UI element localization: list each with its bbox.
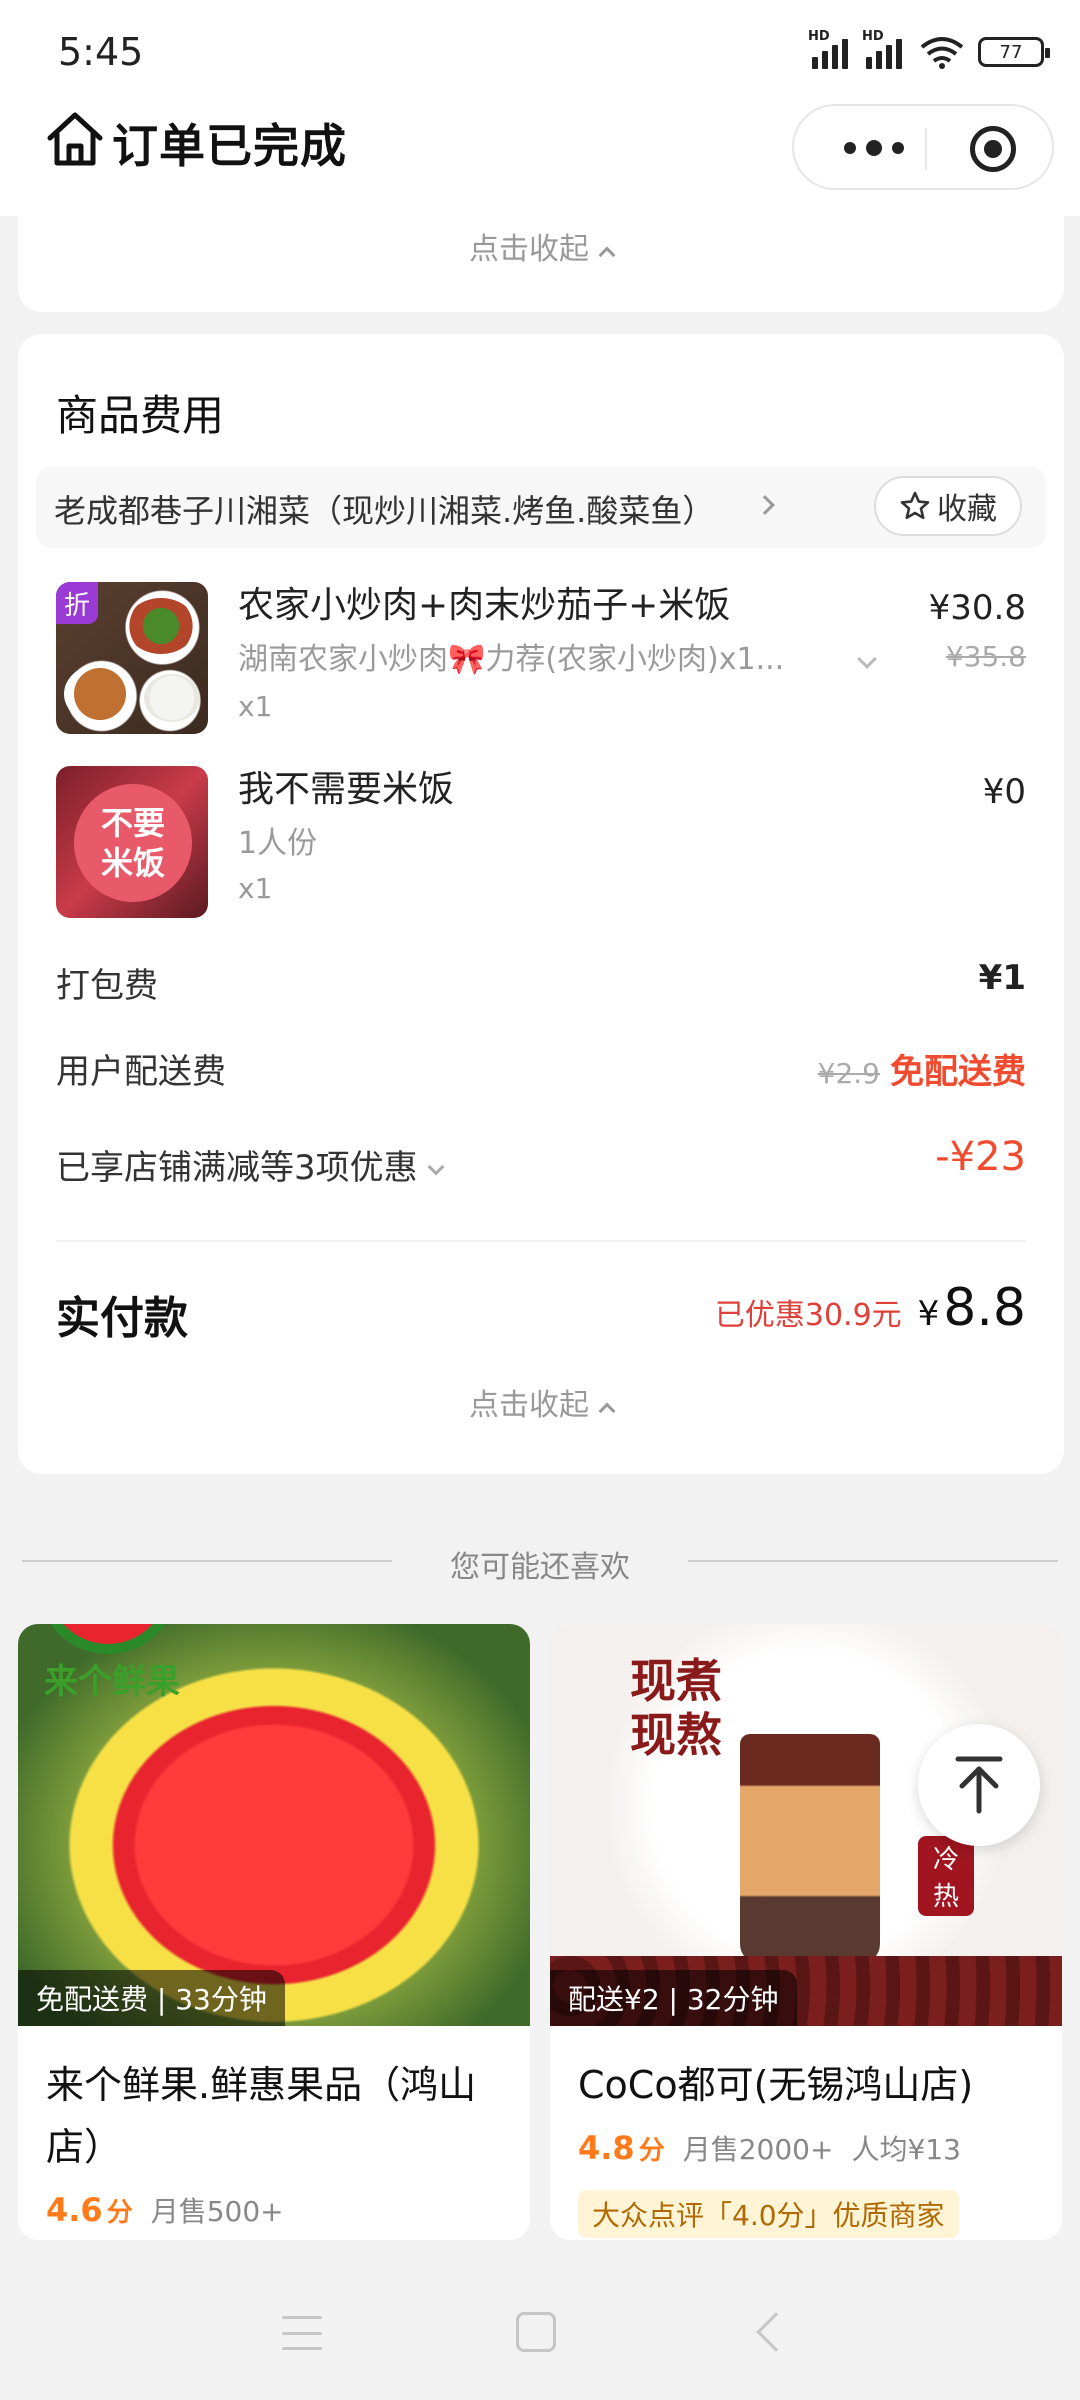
target-icon[interactable] (970, 126, 1016, 172)
chevron-up-icon (598, 246, 616, 264)
status-icons: HD HD 77 (808, 29, 1050, 72)
collapse-label-2: 点击收起 (469, 1388, 589, 1423)
paid-amount: ¥8.8 (918, 1278, 1026, 1338)
fee-card: 商品费用 老成都巷子川湘菜（现炒川湘菜.烤鱼.酸菜鱼） 收藏 折 农家小炒肉+肉… (18, 334, 1064, 1474)
packing-fee-value: ¥1 (978, 958, 1026, 998)
brand-logo-text: 来个鲜果 (44, 1662, 180, 1702)
battery-icon: 77 (978, 37, 1050, 67)
store-score-2: 4.8 分 (578, 2129, 665, 2167)
item-name-1: 农家小炒肉+肉末炒茄子+米饭 (238, 585, 731, 626)
order-info-card: 点击收起 (18, 190, 1064, 312)
item-price-2: ¥0 (982, 772, 1026, 812)
currency-symbol: ¥ (917, 1294, 940, 1334)
capsule-divider (925, 128, 927, 170)
page-title: 订单已完成 (112, 119, 347, 173)
home-nav-icon[interactable] (516, 2312, 556, 2352)
packing-fee-label: 打包费 (56, 966, 158, 1006)
item-qty-2: x1 (238, 872, 273, 905)
collapse-label: 点击收起 (469, 232, 589, 267)
paid-label: 实付款 (56, 1293, 188, 1344)
quality-tag: 大众点评「4.0分」优质商家 (578, 2190, 959, 2238)
chevron-up-icon-2 (598, 1402, 616, 1420)
recommend-card-1[interactable]: 来个鲜果 免配送费 | 33分钟 来个鲜果.鲜惠果品（鸿山店） 4.6 分 月售5… (18, 1624, 530, 2240)
back-icon[interactable] (756, 2312, 796, 2352)
chevron-right-icon (755, 495, 775, 515)
shop-row[interactable]: 老成都巷子川湘菜（现炒川湘菜.烤鱼.酸菜鱼） 收藏 (36, 466, 1046, 548)
recommend-image-1: 来个鲜果 免配送费 | 33分钟 (18, 1624, 530, 2026)
discount-value: -¥23 (935, 1134, 1026, 1180)
system-nav-bar (0, 2268, 1080, 2400)
recommend-title: 您可能还喜欢 (450, 1550, 630, 1585)
store-name-2: CoCo都可(无锡鸿山店) (578, 2063, 974, 2107)
tea-slogan: 现煮 现熬 (630, 1654, 722, 1762)
wifi-icon (920, 37, 964, 69)
chevron-down-icon[interactable] (857, 649, 877, 669)
item-qty-1: x1 (238, 690, 273, 723)
delivery-fee: ¥2.9 免配送费 (818, 1044, 1026, 1093)
cold-hot-badge: 冷热 (918, 1836, 974, 1916)
delivery-tag-2: 配送¥2 | 32分钟 (550, 1970, 797, 2026)
store-sales-2: 月售2000+ (682, 2133, 834, 2166)
hd-label-2: HD (862, 29, 884, 44)
tea-cup-icon (740, 1734, 880, 1964)
discount-row[interactable]: 已享店铺满减等3项优惠 (56, 1140, 445, 1189)
delivery-fee-original: ¥2.9 (817, 1057, 880, 1090)
collapse-button-top[interactable]: 点击收起 (18, 224, 1064, 268)
discount-badge: 折 (56, 582, 98, 624)
paid-amount-value: 8.8 (943, 1278, 1026, 1338)
back-to-top-button[interactable] (918, 1724, 1040, 1846)
favorite-label: 收藏 (937, 492, 997, 527)
fee-section-title: 商品费用 (56, 391, 225, 440)
mini-program-capsule (792, 104, 1054, 190)
thumb-text-2: 米饭 (100, 844, 165, 882)
chevron-down-icon-2 (427, 1158, 445, 1176)
watermelon-icon (38, 1624, 178, 1654)
item-original-price-1: ¥35.8 (945, 640, 1026, 673)
delivery-tag-1: 免配送费 | 33分钟 (18, 1970, 285, 2026)
item-spec-2: 1人份 (238, 826, 318, 861)
home-icon[interactable] (44, 108, 106, 170)
battery-level: 77 (999, 41, 1023, 63)
delivery-fee-label: 用户配送费 (56, 1052, 226, 1092)
recommend-card-2[interactable]: 现煮 现熬 冷热 配送¥2 | 32分钟 CoCo都可(无锡鸿山店) 4.8 分 月… (550, 1624, 1062, 2240)
shop-name: 老成都巷子川湘菜（现炒川湘菜.烤鱼.酸菜鱼） (54, 492, 715, 530)
thumb-text-1: 不要 (100, 804, 165, 842)
favorite-button[interactable]: 收藏 (874, 476, 1022, 536)
discount-label: 已享店铺满减等3项优惠 (56, 1148, 418, 1188)
more-dots-icon[interactable] (830, 130, 918, 166)
star-icon (900, 491, 930, 520)
store-meta-2: 4.8 分 月售2000+ 人均¥13 (578, 2128, 961, 2168)
item-spec-1: 湖南农家小炒肉🎀力荐(农家小炒肉)x1... (238, 642, 785, 677)
store-sales-1: 月售500+ (150, 2195, 284, 2228)
store-avg-2: 人均¥13 (851, 2133, 961, 2166)
store-score-1: 4.6 分 (46, 2191, 133, 2229)
store-meta-1: 4.6 分 月售500+ (46, 2190, 284, 2230)
hd-label: HD (808, 29, 830, 44)
store-name-1: 来个鲜果.鲜惠果品（鸿山店） (46, 2063, 477, 2169)
signal-icon: HD (808, 29, 852, 69)
item-price-1: ¥30.8 (928, 588, 1026, 628)
paid-summary: 已优惠30.9元 ¥8.8 (715, 1278, 1026, 1338)
saved-text: 已优惠30.9元 (714, 1298, 902, 1333)
menu-icon[interactable] (282, 2316, 322, 2350)
divider (56, 1240, 1026, 1242)
item-thumbnail-2[interactable]: 不要 米饭 (56, 766, 208, 918)
status-time: 5:45 (58, 30, 144, 74)
item-thumbnail-1[interactable]: 折 (56, 582, 208, 734)
signal-icon-2: HD (862, 29, 906, 69)
arrow-up-icon (955, 1756, 1003, 1814)
delivery-fee-value: 免配送费 (890, 1052, 1026, 1092)
item-name-2: 我不需要米饭 (238, 769, 455, 810)
collapse-button-bottom[interactable]: 点击收起 (18, 1380, 1064, 1424)
